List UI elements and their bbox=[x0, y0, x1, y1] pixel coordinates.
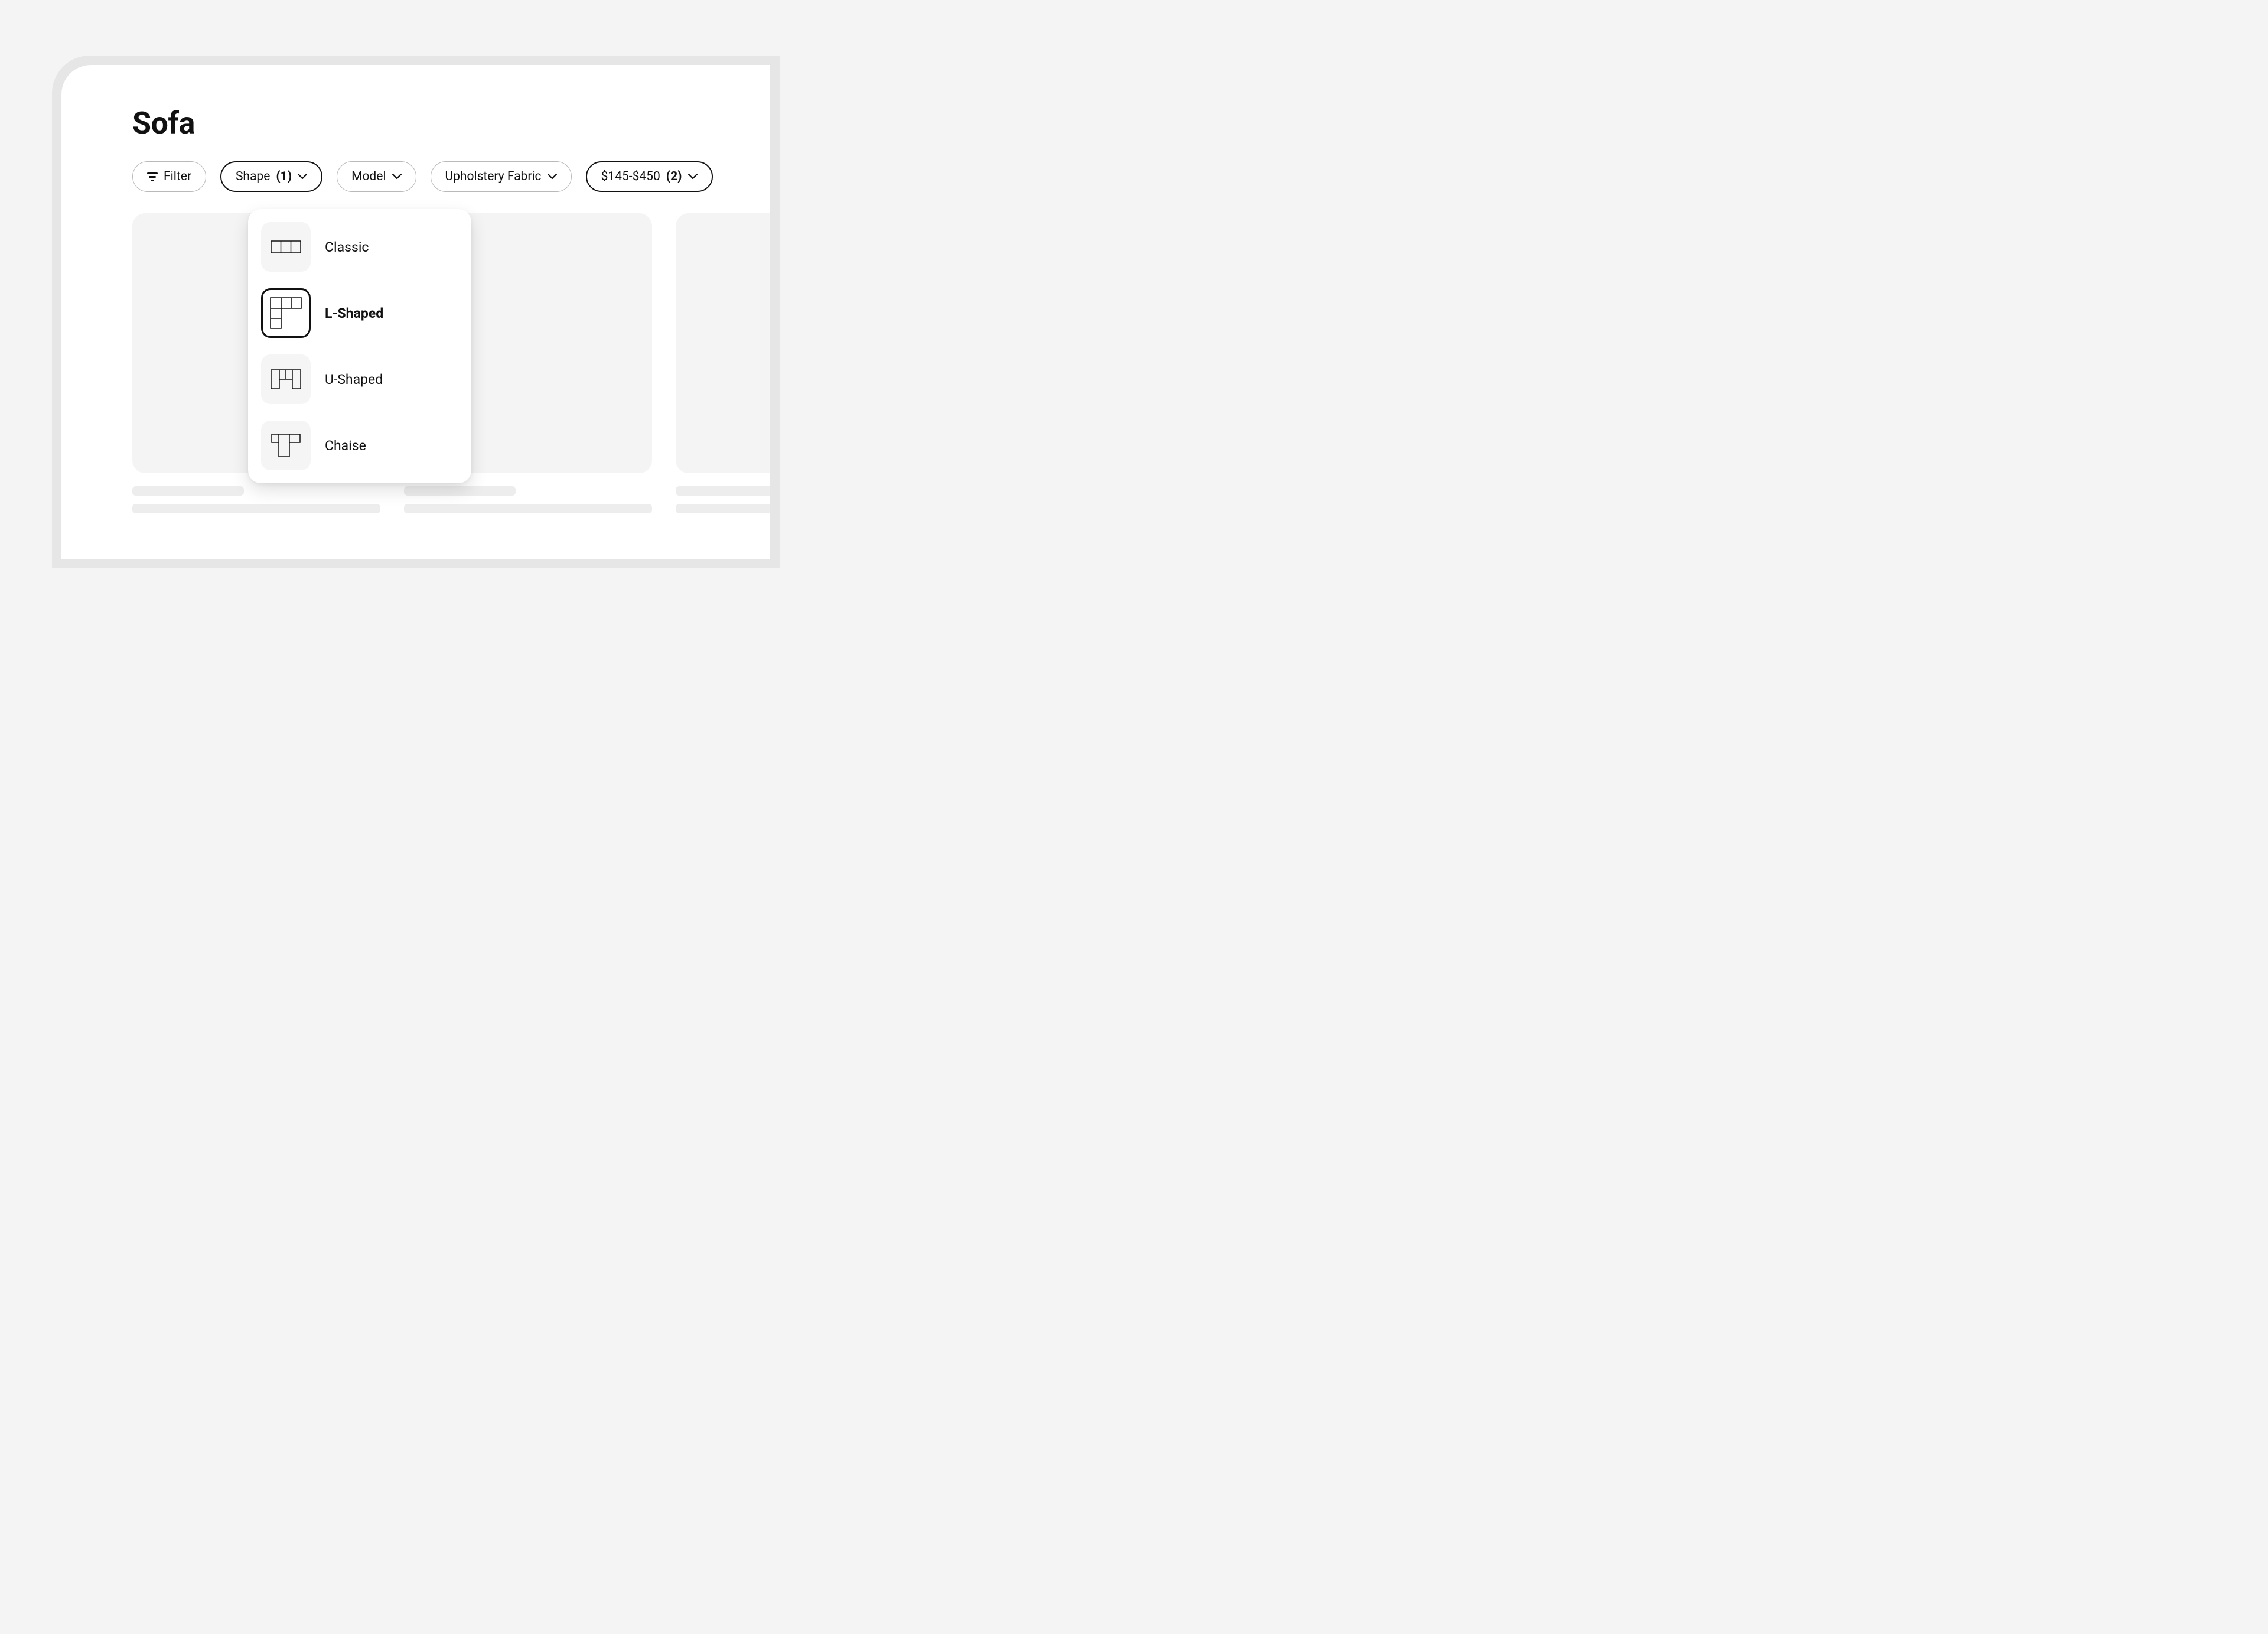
shape-option-l-shaped[interactable]: L-Shaped bbox=[261, 288, 458, 338]
shape-option-chaise[interactable]: Chaise bbox=[261, 421, 458, 470]
chip-price-label: $145-$450 bbox=[601, 170, 660, 184]
shape-option-label: L-Shaped bbox=[325, 305, 383, 321]
chip-shape[interactable]: Shape (1) bbox=[220, 161, 322, 192]
shape-option-label: Classic bbox=[325, 239, 369, 255]
product-thumbnail bbox=[676, 213, 770, 473]
chip-price[interactable]: $145-$450 (2) bbox=[586, 161, 713, 192]
chip-upholstery-label: Upholstery Fabric bbox=[445, 170, 542, 184]
sofa-l-shaped-icon bbox=[261, 288, 311, 338]
skeleton-line bbox=[676, 504, 770, 513]
chip-upholstery[interactable]: Upholstery Fabric bbox=[431, 161, 572, 192]
chip-model-label: Model bbox=[351, 170, 386, 184]
shape-option-classic[interactable]: Classic bbox=[261, 222, 458, 272]
skeleton-line bbox=[404, 486, 516, 496]
filter-button-label: Filter bbox=[164, 170, 191, 184]
skeleton-line bbox=[404, 504, 652, 513]
page-title: Sofa bbox=[132, 105, 770, 141]
filter-button[interactable]: Filter bbox=[132, 161, 206, 192]
shape-dropdown: Classic L-Shaped bbox=[248, 209, 471, 483]
chip-model[interactable]: Model bbox=[337, 161, 416, 192]
chevron-down-icon bbox=[298, 174, 307, 180]
skeleton-line bbox=[132, 486, 244, 496]
shape-option-label: U-Shaped bbox=[325, 372, 383, 388]
app-screen: Sofa Filter Shape (1) bbox=[61, 65, 770, 559]
filter-row: Filter Shape (1) Model Upholstery bbox=[132, 161, 770, 192]
skeleton-line bbox=[132, 504, 380, 513]
chip-shape-label: Shape bbox=[236, 170, 270, 184]
sofa-classic-icon bbox=[261, 222, 311, 272]
filter-icon bbox=[147, 172, 158, 181]
sofa-chaise-icon bbox=[261, 421, 311, 470]
chevron-down-icon bbox=[392, 174, 402, 180]
product-card[interactable] bbox=[676, 213, 770, 513]
chip-price-count: (2) bbox=[666, 170, 682, 184]
chevron-down-icon bbox=[688, 174, 698, 180]
sofa-u-shaped-icon bbox=[261, 354, 311, 404]
shape-option-u-shaped[interactable]: U-Shaped bbox=[261, 354, 458, 404]
device-frame: Sofa Filter Shape (1) bbox=[52, 56, 780, 568]
chevron-down-icon bbox=[548, 174, 557, 180]
skeleton-line bbox=[676, 486, 770, 496]
shape-option-label: Chaise bbox=[325, 438, 366, 454]
chip-shape-count: (1) bbox=[276, 170, 292, 184]
